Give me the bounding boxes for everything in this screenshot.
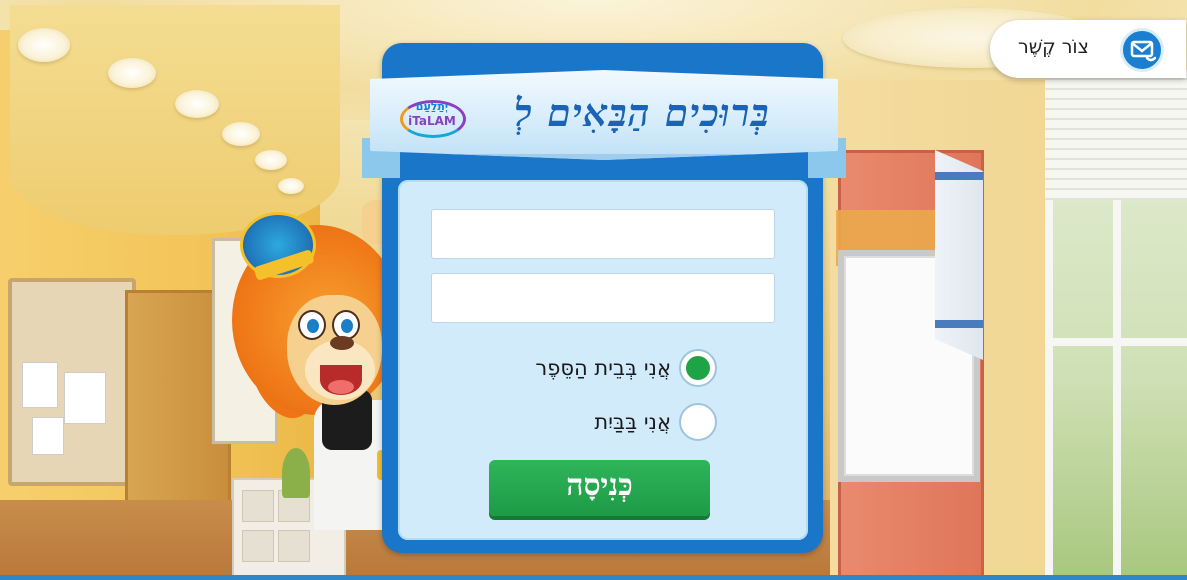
welcome-ribbon: בְּרוּכִים הַבָּאִים לְ יְתַלַעַם iTaLAM [362, 70, 846, 180]
contact-label: צוֹר קֶשֶׁר [1018, 36, 1089, 58]
flag-stripe [935, 172, 983, 180]
flag-stripe [935, 320, 983, 328]
option-at-home[interactable]: אֲנִי בַּבַּיִת [594, 400, 717, 444]
radio-selected-dot [686, 356, 710, 380]
contact-button[interactable]: צוֹר קֶשֶׁר [990, 20, 1186, 78]
bottom-strip [0, 575, 1187, 580]
window-blind [1045, 70, 1187, 200]
ceiling-light [18, 28, 70, 62]
israel-flag [935, 150, 983, 360]
lion-nose [330, 336, 354, 350]
window-frame [1053, 338, 1187, 346]
envelope-icon [1130, 40, 1157, 62]
radio-button[interactable] [679, 403, 717, 441]
ceiling-light [278, 178, 304, 194]
corkboard [8, 278, 136, 486]
ceiling-light [255, 150, 287, 170]
drawing [64, 372, 106, 424]
option-at-school-label: אֲנִי בְּבֵית הַסֵּפֶר [535, 356, 671, 380]
shelf-box [278, 530, 310, 562]
welcome-title: בְּרוּכִים הַבָּאִים לְ [514, 90, 770, 135]
envelope-phone-icon [1120, 28, 1164, 72]
ceiling-light [108, 58, 156, 88]
lion-tongue [328, 380, 354, 394]
shelf-box [242, 530, 274, 562]
option-at-home-label: אֲנִי בַּבַּיִת [594, 410, 671, 434]
radio-button-selected[interactable] [679, 349, 717, 387]
ceiling-light [222, 122, 260, 146]
lion-eye [298, 310, 326, 340]
drawing [22, 362, 58, 408]
enter-button[interactable]: כְּנִיסָה [489, 460, 710, 516]
drawing [32, 417, 64, 455]
ceiling-light [175, 90, 219, 118]
logo-text-hebrew: יְתַלַעַם [415, 100, 449, 113]
option-at-school[interactable]: אֲנִי בְּבֵית הַסֵּפֶר [535, 346, 717, 390]
password-input[interactable] [431, 273, 775, 323]
logo-text-latin: iTaLAM [408, 114, 456, 128]
username-input[interactable] [431, 209, 775, 259]
italam-logo: יְתַלַעַם iTaLAM [392, 96, 470, 138]
